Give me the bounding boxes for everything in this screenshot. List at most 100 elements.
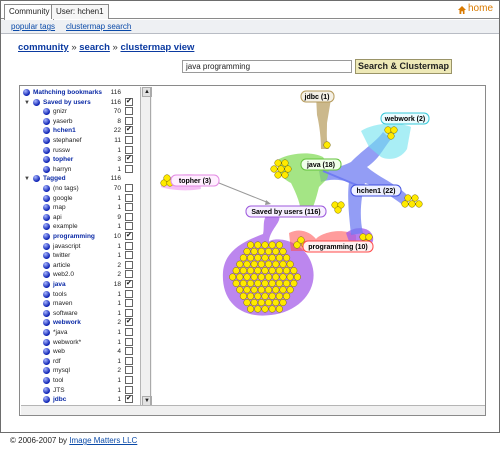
tree-tag-java[interactable]: *java 1 <box>21 328 154 337</box>
tree-item-checkbox[interactable] <box>125 184 133 192</box>
tree-tag-maven[interactable]: maven 1 <box>21 299 154 308</box>
tree-user-hchen1[interactable]: hchen1 22 <box>21 125 154 135</box>
tree-item-checkbox[interactable] <box>125 279 133 288</box>
tree-item-checkbox[interactable] <box>125 328 133 336</box>
tree-item-checkbox[interactable] <box>125 231 133 240</box>
tree-tag-example[interactable]: example 1 <box>21 222 154 231</box>
tree-tagged[interactable]: ▼ Tagged 116 <box>21 174 154 183</box>
tree-tag-webwork[interactable]: webwork 2 <box>21 317 154 327</box>
bookmark-dot <box>247 241 255 249</box>
tree-item-checkbox[interactable] <box>125 203 133 212</box>
tree-user-topher[interactable]: topher 3 <box>21 154 154 164</box>
tree-tag-JTS[interactable]: JTS 1 <box>21 385 154 395</box>
clustermap-search-link[interactable]: clustermap search <box>66 22 131 31</box>
clustermap-graph[interactable]: jdbc (1) webwork (2) java (18) hchen1 (2… <box>150 87 485 405</box>
tree-item-checkbox[interactable] <box>125 356 133 365</box>
bookmark-ball-icon <box>43 108 50 116</box>
bookmark-dot <box>272 299 280 307</box>
breadcrumb-community[interactable]: community <box>18 42 69 53</box>
tree-item-checkbox[interactable] <box>125 251 133 260</box>
tree-tag-twitter[interactable]: twitter 1 <box>21 251 154 260</box>
tree-user-harryn[interactable]: harryn 1 <box>21 164 154 174</box>
tree-item-checkbox[interactable] <box>125 347 133 356</box>
tree-item-checkbox[interactable] <box>125 97 133 106</box>
bookmark-dot <box>281 159 289 167</box>
bookmark-dot <box>272 260 280 268</box>
tree-tag-programming[interactable]: programming 10 <box>21 231 154 241</box>
tree-header[interactable]: Mathching bookmarks 116 <box>21 88 154 97</box>
tree-item-checkbox[interactable] <box>125 193 133 202</box>
tree-item-checkbox[interactable] <box>125 154 133 164</box>
tree-item-checkbox[interactable] <box>125 222 133 231</box>
tree-user-russw[interactable]: russw 1 <box>21 145 154 155</box>
clustermap-canvas[interactable]: jdbc (1) webwork (2) java (18) hchen1 (2… <box>151 87 486 405</box>
tree-item-label: javascript <box>53 242 81 250</box>
tree-tag-article[interactable]: article 2 <box>21 260 154 270</box>
tree-item-label: topher <box>53 156 74 164</box>
node-topher-label: topher (3) <box>179 178 211 185</box>
bookmark-dot <box>254 241 262 249</box>
tree-item-checkbox[interactable] <box>125 376 133 384</box>
tree-item-checkbox[interactable] <box>125 308 133 317</box>
bookmark-dot <box>243 286 251 294</box>
tree-tag-webwork[interactable]: webwork* 1 <box>21 337 154 347</box>
bookmark-dot <box>275 254 283 262</box>
horizontal-scrollbar[interactable] <box>21 405 485 415</box>
tree-tag-jdbc[interactable]: jdbc 1 <box>21 394 154 404</box>
tree-tag-java[interactable]: java 18 <box>21 279 154 289</box>
tree-tag-rdf[interactable]: rdf 1 <box>21 356 154 366</box>
tree-saved-by-users[interactable]: ▼ Saved by users 116 <box>21 97 154 107</box>
tree-item-checkbox[interactable] <box>125 107 133 116</box>
bookmark-ball-icon <box>43 386 50 394</box>
tree-item-checkbox[interactable] <box>125 270 133 279</box>
tree-item-checkbox[interactable] <box>125 125 133 135</box>
breadcrumb-search[interactable]: search <box>79 42 110 53</box>
tree-tag-api[interactable]: api 9 <box>21 212 154 222</box>
tree-item-count: 1 <box>117 194 121 202</box>
tab-user[interactable]: User: hchen1 <box>51 4 109 19</box>
tree-item-checkbox[interactable] <box>125 212 133 221</box>
tree-item-label: mysql <box>53 367 70 375</box>
tree-user-yaserb[interactable]: yaserb 8 <box>21 116 154 126</box>
tree-tag-web[interactable]: web 4 <box>21 347 154 356</box>
company-link[interactable]: Image Matters LLC <box>69 436 137 445</box>
tree-item-checkbox[interactable] <box>125 164 133 173</box>
popular-tags-link[interactable]: popular tags <box>11 22 55 31</box>
tree-tag-software[interactable]: software 1 <box>21 308 154 318</box>
tree-item-count: 9 <box>117 213 121 221</box>
tree-tag-mysql[interactable]: mysql 2 <box>21 366 154 375</box>
bookmark-dot <box>247 305 255 313</box>
tree-item-checkbox[interactable] <box>125 299 133 308</box>
tree-tag-map[interactable]: map 1 <box>21 203 154 212</box>
tree-item-checkbox[interactable] <box>125 317 133 327</box>
home-link[interactable]: home <box>468 3 493 14</box>
tree-item-checkbox[interactable] <box>125 337 133 346</box>
tree-item-checkbox[interactable] <box>125 241 133 250</box>
tree-item-label: example <box>53 223 78 231</box>
tree-item-checkbox[interactable] <box>125 136 133 144</box>
bookmark-dot <box>239 267 247 275</box>
tree-item-checkbox[interactable] <box>125 116 133 125</box>
tree-tag-web20[interactable]: web2.0 2 <box>21 270 154 279</box>
breadcrumb-clustermap-view[interactable]: clustermap view <box>120 42 194 53</box>
tree-item-checkbox[interactable] <box>125 260 133 269</box>
tab-community[interactable]: Community <box>4 4 55 20</box>
tree-tag-javascript[interactable]: javascript 1 <box>21 241 154 251</box>
tree-user-gnizr[interactable]: gnizr 70 <box>21 107 154 116</box>
search-input[interactable]: java programming <box>182 60 352 73</box>
tree-item-checkbox[interactable] <box>125 289 133 298</box>
tree-tag-google[interactable]: google 1 <box>21 193 154 203</box>
tree-tag-tool[interactable]: tool 1 <box>21 376 154 385</box>
tree-item-checkbox[interactable] <box>125 385 133 394</box>
tree-item-checkbox[interactable] <box>125 145 133 154</box>
tree-tag-tools[interactable]: tools 1 <box>21 289 154 299</box>
tree-tag-notags[interactable]: (no tags) 70 <box>21 184 154 193</box>
tree-user-stephanef[interactable]: stephanef 11 <box>21 136 154 145</box>
tree-item-checkbox[interactable] <box>125 394 133 404</box>
tree-item-label: map <box>53 204 66 212</box>
home-icon[interactable] <box>457 5 467 14</box>
bookmark-dot <box>275 305 283 313</box>
search-clustermap-button[interactable]: Search & Clustermap <box>355 59 452 74</box>
tree-item-count: 1 <box>117 300 121 308</box>
tree-item-checkbox[interactable] <box>125 366 133 375</box>
